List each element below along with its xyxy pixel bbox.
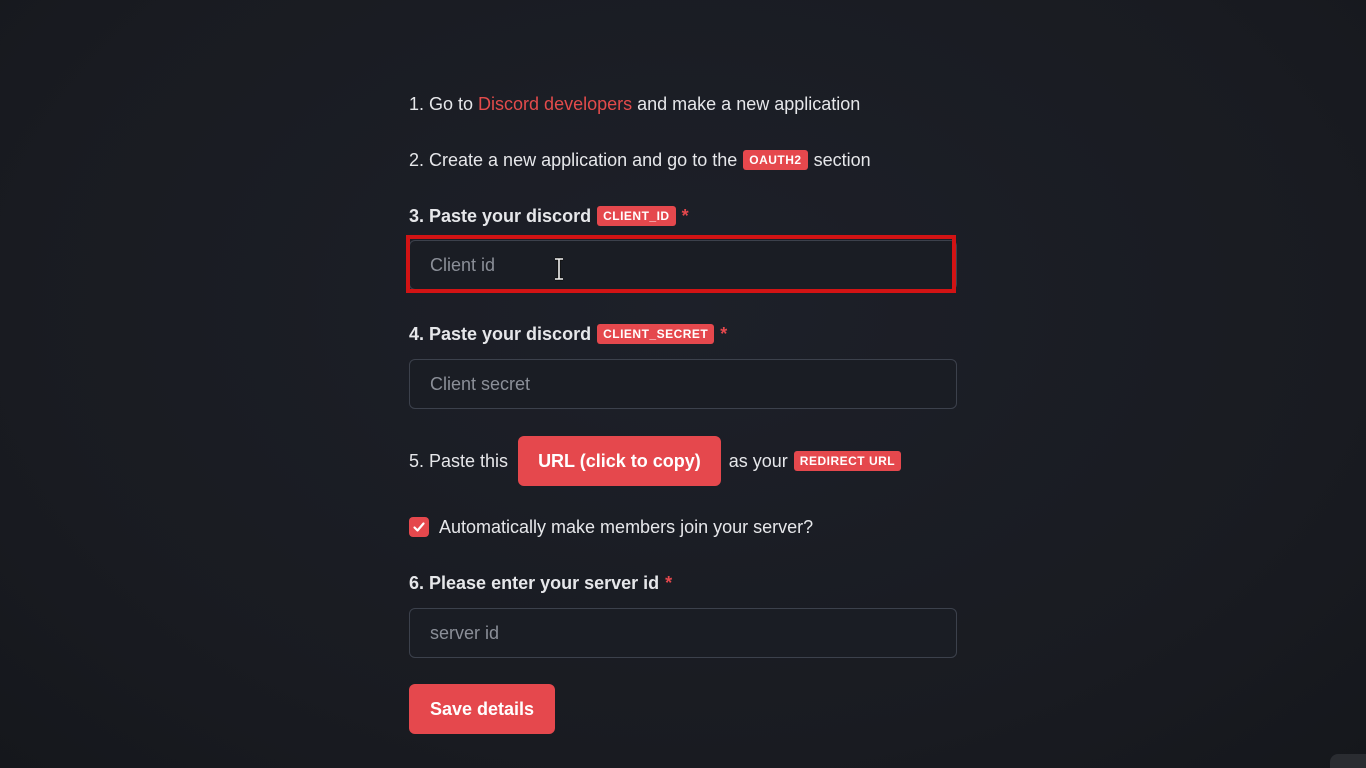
step-1-prefix: 1. Go to	[409, 94, 479, 114]
auto-join-label: Automatically make members join your ser…	[439, 516, 814, 537]
step-3-prefix: 3. Paste your discord	[409, 206, 592, 226]
step-5-middle: as your	[728, 451, 788, 471]
step-2-suffix: section	[813, 150, 871, 170]
step-2: 2. Create a new application and go to th…	[409, 146, 957, 174]
step-4-prefix: 4. Paste your discord	[409, 324, 592, 344]
auto-join-checkbox[interactable]	[409, 517, 429, 537]
auto-join-row: Automatically make members join your ser…	[409, 513, 957, 541]
client-secret-input[interactable]	[409, 359, 957, 409]
oauth2-badge: OAUTH2	[743, 150, 808, 170]
required-asterisk: *	[720, 324, 728, 344]
step-4-label: 4. Paste your discord CLIENT_SECRET *	[409, 320, 957, 348]
text-cursor-icon	[555, 257, 563, 281]
required-asterisk: *	[681, 206, 689, 226]
page: 1. Go to Discord developers and make a n…	[0, 0, 1366, 768]
client-id-field-wrap	[406, 235, 957, 293]
step-6-prefix: 6. Please enter your server id	[409, 573, 660, 593]
copy-url-button[interactable]: URL (click to copy)	[518, 436, 721, 486]
client-secret-badge: CLIENT_SECRET	[597, 324, 715, 344]
step-6-label: 6. Please enter your server id *	[409, 569, 957, 597]
step-3-label: 3. Paste your discord CLIENT_ID *	[409, 202, 957, 230]
required-asterisk: *	[665, 573, 673, 593]
server-id-input[interactable]	[409, 608, 957, 658]
setup-form: 1. Go to Discord developers and make a n…	[406, 88, 957, 734]
redirect-url-badge: REDIRECT URL	[793, 451, 902, 471]
step-1-suffix: and make a new application	[632, 94, 861, 114]
step-1: 1. Go to Discord developers and make a n…	[409, 90, 957, 118]
step-5-prefix: 5. Paste this	[409, 451, 509, 471]
client-id-badge: CLIENT_ID	[597, 206, 676, 226]
checkmark-icon	[413, 522, 425, 532]
save-details-button[interactable]: Save details	[409, 684, 556, 734]
discord-developers-link[interactable]: Discord developers	[478, 90, 632, 118]
step-2-prefix: 2. Create a new application and go to th…	[409, 150, 738, 170]
corner-overlay	[1330, 754, 1366, 768]
client-id-input[interactable]	[409, 240, 957, 290]
step-5: 5. Paste this URL (click to copy) as you…	[409, 435, 957, 487]
